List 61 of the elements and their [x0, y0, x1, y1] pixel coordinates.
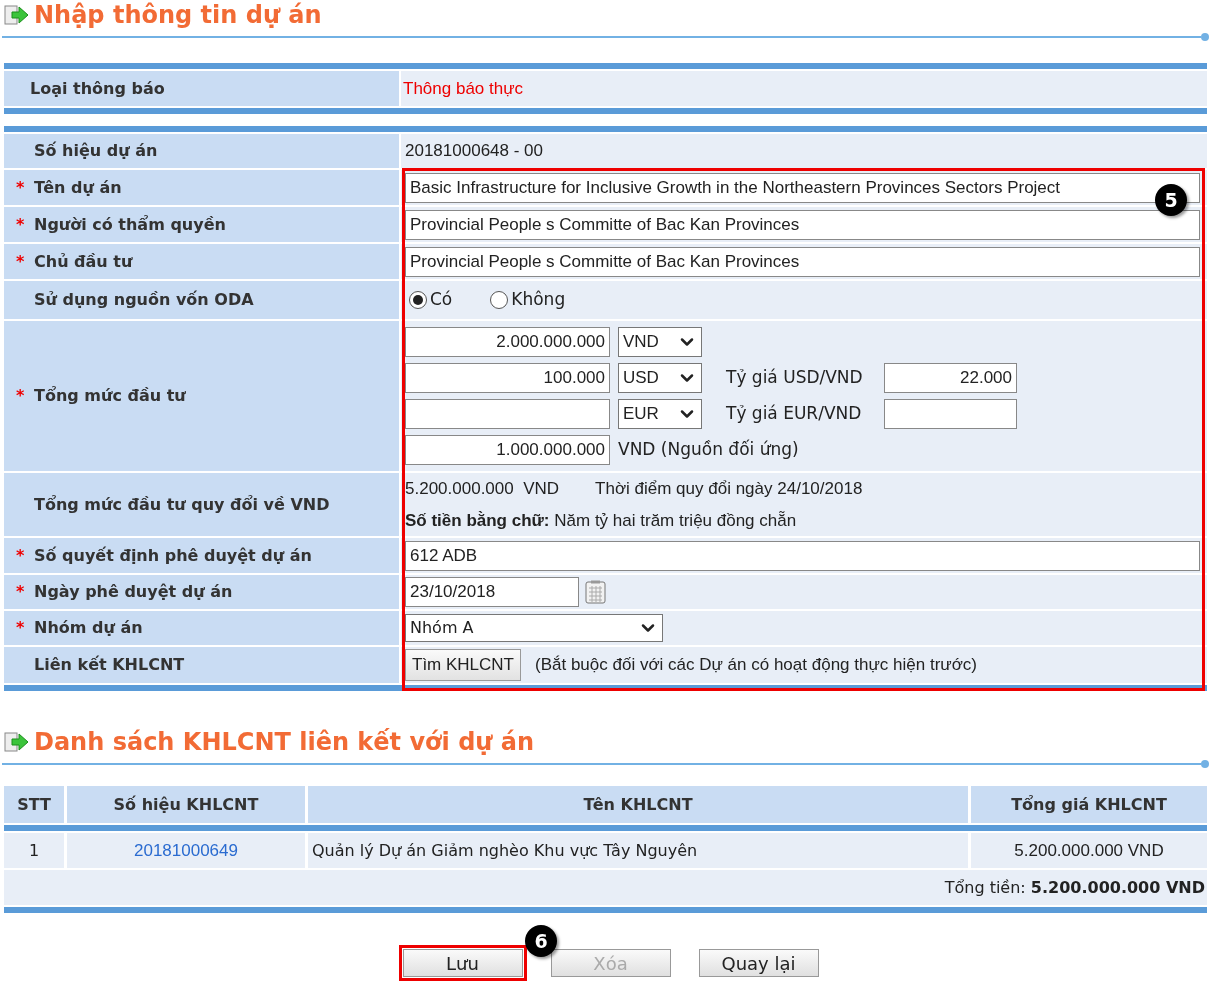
section-title: Danh sách KHLCNT liên kết với dự án	[34, 727, 535, 758]
currency-select[interactable]: USD	[618, 363, 702, 393]
required-mark: *	[16, 544, 26, 567]
text-field[interactable]: 612 ADB	[405, 540, 1200, 571]
field-label: Liên kết KHLCNT	[34, 654, 185, 676]
required-mark: *	[16, 213, 26, 236]
date-field[interactable]: 23/10/2018	[405, 577, 579, 607]
amount-field[interactable]	[405, 399, 610, 429]
required-mark: *	[16, 176, 26, 199]
table-cell: Quản lý Dự án Giảm nghèo Khu vực Tây Nguyên	[308, 833, 968, 868]
column-header: Tên KHLCNT	[308, 786, 968, 823]
column-header: Tổng giá KHLCNT	[971, 786, 1207, 823]
required-mark: *	[16, 581, 26, 603]
field-value: 20181000648 - 00	[405, 140, 544, 163]
calendar-icon[interactable]	[585, 580, 607, 604]
action-button[interactable]: Lưu	[402, 949, 523, 977]
rate-field[interactable]: 22.000	[884, 363, 1017, 393]
conversion-date: Thời điểm quy đổi ngày 24/10/2018	[595, 478, 863, 500]
field-label: Chủ đầu tư	[34, 250, 133, 273]
field-label: Nhóm dự án	[34, 617, 143, 639]
amount-field[interactable]: 2.000.000.000	[405, 327, 610, 357]
notice-value: Thông báo thực	[403, 77, 524, 100]
radio-option[interactable]: Không	[490, 287, 566, 313]
text-field[interactable]: Provincial People s Committe of Bac Kan Provinces	[405, 209, 1200, 240]
table-cell: 5.200.000.000 VND	[971, 833, 1207, 868]
field-label: Tổng mức đầu tư	[34, 385, 186, 407]
rate-label: Tỷ giá EUR/VND	[726, 402, 863, 426]
find-plan-button[interactable]: Tìm KHLCNT	[405, 649, 521, 681]
field-label: Tổng mức đầu tư quy đổi về VND	[34, 493, 330, 516]
field-note: (Bắt buộc đối với các Dự án có hoạt động thực hiện trước)	[535, 654, 977, 677]
column-header: Số hiệu KHLCNT	[67, 786, 305, 823]
amount-note: VND (Nguồn đối ứng)	[618, 438, 799, 462]
required-mark: *	[16, 617, 26, 639]
section-title: Nhập thông tin dự án	[34, 0, 322, 31]
amount-field[interactable]: 100.000	[405, 363, 610, 393]
converted-amount: 5.200.000.000 VND	[405, 478, 560, 500]
notice-label: Loại thông báo	[30, 77, 165, 100]
currency-select[interactable]: EUR	[618, 399, 702, 429]
amount-field[interactable]: 1.000.000.000	[405, 435, 610, 465]
required-mark: *	[16, 250, 26, 273]
rate-field[interactable]	[884, 399, 1017, 429]
action-button[interactable]: Quay lại	[698, 949, 819, 977]
table-cell: 1	[4, 833, 64, 868]
field-label: Người có thẩm quyền	[34, 213, 226, 236]
text-field[interactable]: Provincial People s Committe of Bac Kan Provinces	[405, 246, 1200, 277]
radio-option[interactable]: Có	[409, 287, 453, 313]
total-sum: Tổng tiền: 5.200.000.000 VND	[944, 876, 1205, 899]
rate-label: Tỷ giá USD/VND	[726, 366, 864, 390]
group-select[interactable]: Nhóm A	[405, 614, 663, 642]
step-badge: 6	[525, 925, 557, 957]
required-mark: *	[16, 385, 26, 407]
field-label: Ngày phê duyệt dự án	[34, 581, 233, 603]
document-arrow-icon	[4, 4, 30, 26]
document-arrow-icon	[4, 731, 30, 753]
field-label: Số hiệu dự án	[34, 140, 158, 162]
amount-in-words: Số tiền bằng chữ: Năm tỷ hai trăm triệu đồng chẵn	[405, 509, 797, 532]
column-header: STT	[4, 786, 64, 823]
field-label: Sử dụng nguồn vốn ODA	[34, 289, 254, 311]
currency-select[interactable]: VND	[618, 327, 702, 357]
field-label: Số quyết định phê duyệt dự án	[34, 544, 312, 567]
field-label: Tên dự án	[34, 176, 122, 199]
